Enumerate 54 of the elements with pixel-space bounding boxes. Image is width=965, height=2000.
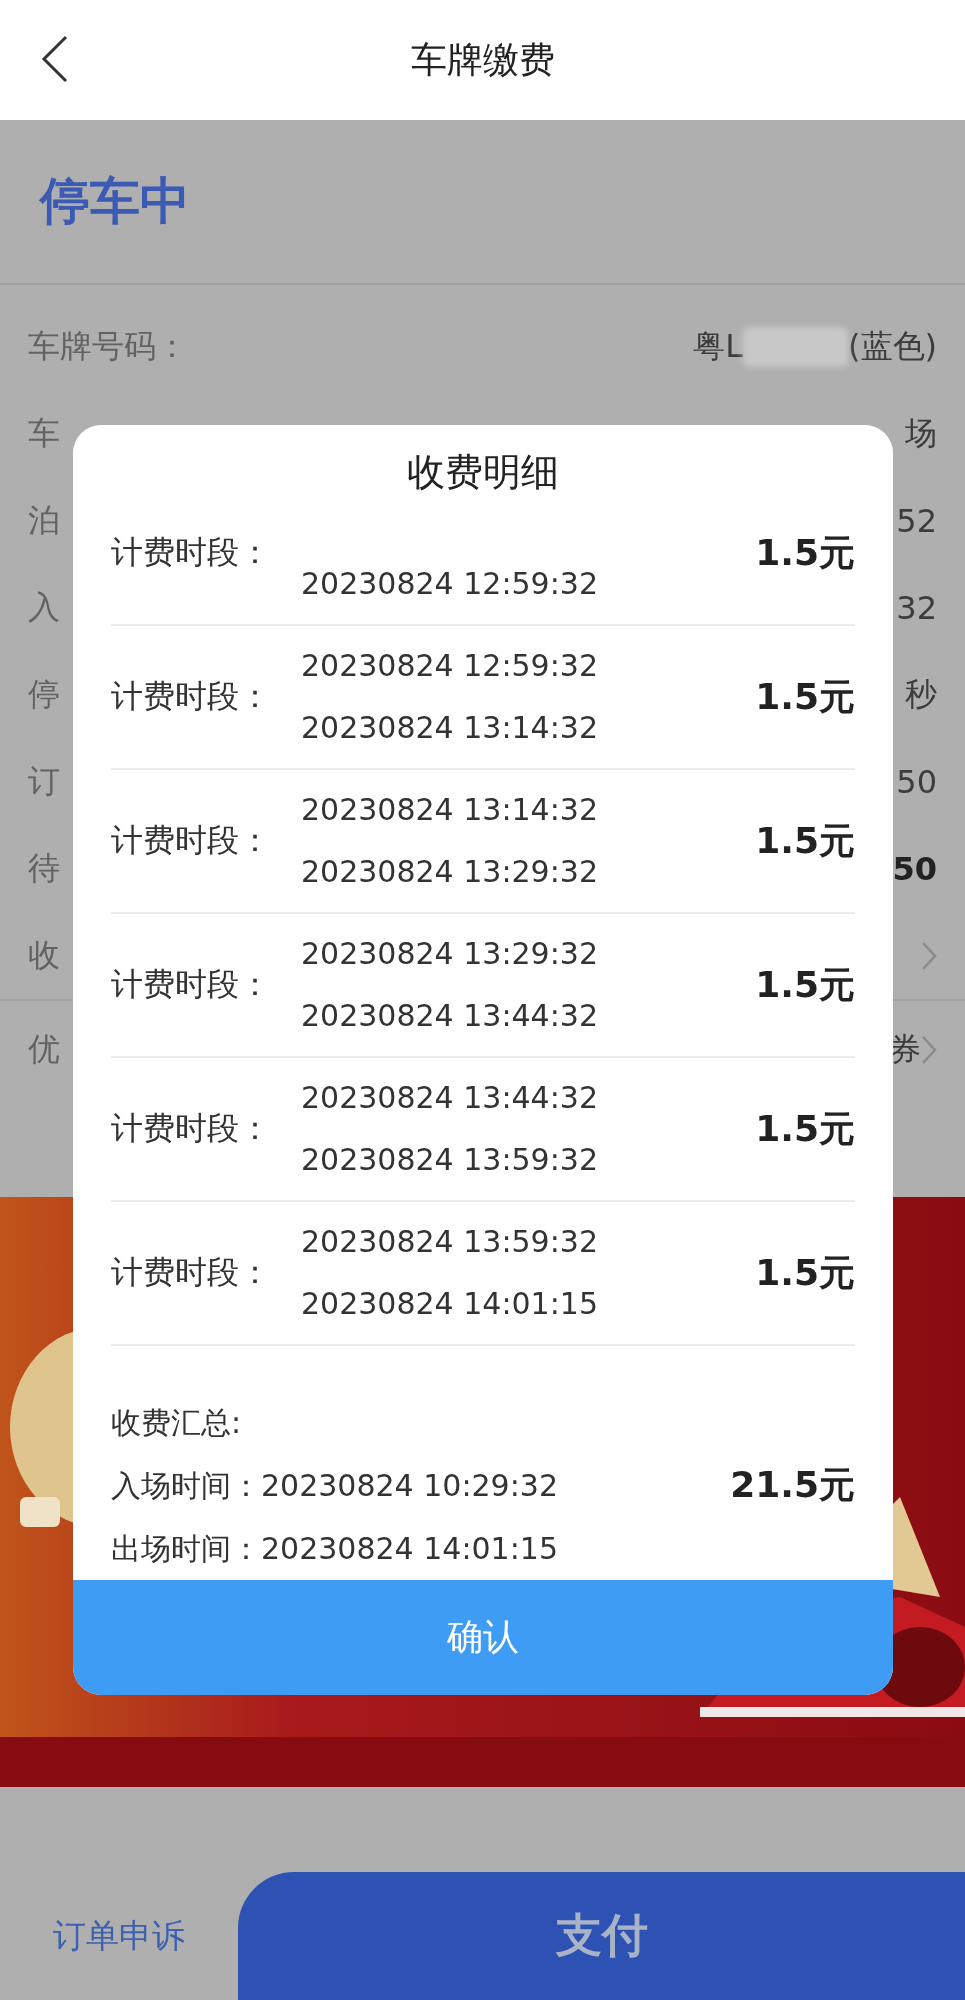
end-time: 20230824 14:01:15 (301, 1285, 599, 1323)
period-label: 计费时段： (111, 964, 272, 1005)
period-label: 计费时段： (111, 820, 272, 861)
chevron-icon (921, 1035, 937, 1065)
detail-label: 待 (28, 847, 60, 889)
end-time: 20230824 13:44:32 (301, 997, 599, 1035)
period-amount: 1.5元 (755, 674, 855, 719)
page-title: 车牌缴费 (410, 37, 555, 82)
period-label: 计费时段： (111, 676, 272, 717)
detail-label: 车 (28, 412, 60, 454)
detail-label: 优 (28, 1029, 60, 1070)
detail-label: 泊 (28, 499, 60, 541)
period-amount: 1.5元 (755, 818, 855, 863)
end-time: 20230824 13:59:32 (301, 1141, 599, 1179)
entry-time: 入场时间：20230824 10:29:32 (111, 1466, 559, 1505)
detail-value: 场 (905, 412, 937, 454)
period-label: 计费时段： (111, 1252, 272, 1293)
period-amount: 1.5元 (755, 1250, 855, 1295)
period-label: 计费时段： (111, 532, 272, 573)
pay-button[interactable]: 支付 (238, 1872, 965, 2000)
detail-label: 订 (28, 760, 60, 802)
summary-title: 收费汇总: (111, 1403, 243, 1442)
dialog-title: 收费明细 (406, 449, 560, 496)
appeal-link[interactable]: 订单申诉 (0, 1872, 238, 2000)
detail-value: 32 (896, 588, 937, 627)
start-time: 20230824 13:59:32 (301, 1223, 599, 1261)
detail-value: 50 (892, 849, 937, 888)
period-amount: 1.5元 (755, 1106, 855, 1151)
detail-label: 停 (28, 673, 60, 715)
total-amount: 21.5元 (730, 1462, 855, 1507)
confirm-button[interactable]: 确认 (73, 1580, 893, 1695)
chevron-icon (921, 940, 937, 971)
start-time: 20230824 13:44:32 (301, 1079, 599, 1117)
parking-status: 停车中 (40, 171, 190, 232)
start-time: 20230824 13:14:32 (301, 791, 599, 829)
detail-label: 入 (28, 586, 60, 628)
plate-prefix: 粤L (693, 325, 744, 367)
start-time: 20230824 13:29:32 (301, 935, 599, 973)
start-time: 20230824 12:59:32 (301, 647, 599, 685)
detail-label: 车牌号码： (28, 325, 188, 367)
detail-label: 收 (28, 934, 60, 976)
detail-value: 秒 (905, 673, 937, 715)
end-time: 20230824 13:29:32 (301, 853, 599, 891)
end-time: 20230824 13:14:32 (301, 709, 599, 747)
plate-color: (蓝色) (848, 325, 937, 367)
detail-value: 50 (896, 762, 937, 801)
back-icon[interactable] (40, 34, 70, 84)
detail-value: 52 (896, 501, 937, 540)
end-time: 20230824 12:59:32 (301, 565, 599, 603)
exit-time: 出场时间：20230824 14:01:15 (111, 1529, 559, 1568)
period-amount: 1.5元 (755, 530, 855, 575)
period-amount: 1.5元 (755, 962, 855, 1007)
period-label: 计费时段： (111, 1108, 272, 1149)
coupon-value[interactable]: 券 (889, 1028, 921, 1072)
